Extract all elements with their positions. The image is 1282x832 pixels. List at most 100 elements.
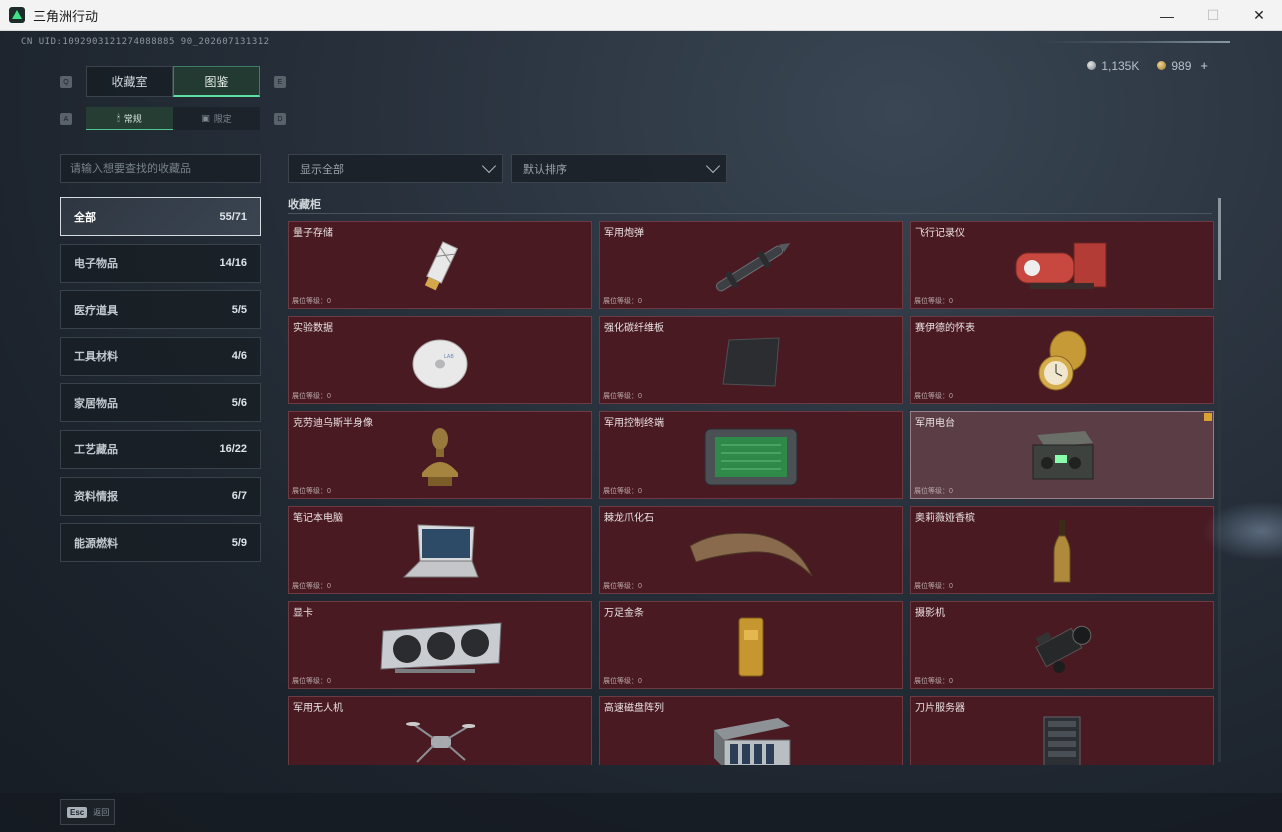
category-intel[interactable]: 资料情报 6/7 — [60, 476, 261, 516]
laptop-icon — [402, 524, 479, 578]
scroll-thumb[interactable] — [1218, 198, 1221, 280]
category-count: 6/7 — [231, 490, 247, 503]
minimize-button[interactable]: — — [1144, 0, 1190, 31]
flight-recorder-icon — [1015, 242, 1107, 289]
silver-coin-icon — [1087, 61, 1097, 70]
graphics-card-icon — [380, 622, 502, 673]
item-card[interactable]: 摄影机 展位等级：0 — [910, 601, 1214, 689]
item-card[interactable]: 克劳迪乌斯半身像 展位等级：0 — [288, 411, 592, 499]
item-card[interactable]: 军用电台 展位等级：0 — [910, 411, 1214, 499]
usb-drive-icon — [424, 240, 459, 291]
item-name: 刀片服务器 — [915, 703, 965, 714]
item-card[interactable]: 刀片服务器 展位等级：0 — [910, 696, 1214, 765]
collection-grid: 量子存储 展位等级：0 军用炮弹 展位等级：0 飞行记录仪 展位等级：0 实验数… — [288, 221, 1214, 765]
category-electronics[interactable]: 电子物品 14/16 — [60, 243, 261, 283]
category-count: 16/22 — [219, 443, 247, 456]
item-card[interactable]: 飞行记录仪 展位等级：0 — [910, 221, 1214, 309]
category-name: 工具材料 — [74, 351, 118, 364]
item-card[interactable]: 军用炮弹 展位等级：0 — [599, 221, 903, 309]
item-level: 展位等级：0 — [914, 678, 953, 685]
section-divider — [288, 213, 1212, 214]
sort-dropdown[interactable]: 默认排序 — [511, 154, 727, 183]
item-card[interactable]: 高速磁盘阵列 展位等级：0 — [599, 696, 903, 765]
item-card[interactable]: 军用控制终端 展位等级：0 — [599, 411, 903, 499]
item-level: 展位等级：0 — [914, 583, 953, 590]
category-all[interactable]: 全部 55/71 — [60, 197, 261, 236]
top-decor-line — [1040, 41, 1230, 43]
item-name: 高速磁盘阵列 — [604, 703, 664, 714]
category-name: 能源燃料 — [74, 537, 118, 550]
item-name: 笔记本电脑 — [293, 513, 343, 524]
item-card[interactable]: 棘龙爪化石 展位等级：0 — [599, 506, 903, 594]
tab-collection-room[interactable]: 收藏室 — [86, 66, 173, 97]
shell-icon — [715, 242, 791, 292]
item-name: 棘龙爪化石 — [604, 513, 654, 524]
item-level: 展位等级：0 — [603, 678, 642, 685]
scrollbar[interactable] — [1218, 198, 1221, 762]
sub-tabs: 🕯 常规 ▣ 限定 — [86, 107, 260, 130]
item-name: 万足金条 — [604, 608, 644, 619]
display-filter-value: 显示全部 — [300, 163, 344, 176]
background-glow — [1202, 501, 1282, 561]
tab-regular-label: 常规 — [123, 113, 142, 124]
flame-icon: 🕯 — [117, 112, 120, 123]
item-name: 量子存储 — [293, 228, 333, 239]
category-name: 家居物品 — [74, 397, 118, 410]
item-card[interactable]: 万足金条 展位等级：0 — [599, 601, 903, 689]
disc-icon: LAB — [412, 339, 468, 389]
champagne-icon — [1053, 519, 1071, 583]
gold-amount: 989 — [1171, 58, 1192, 73]
item-name: 实验数据 — [293, 323, 333, 334]
key-hint-q: Q — [60, 76, 72, 88]
chevron-down-icon — [705, 158, 721, 174]
category-count: 55/71 — [219, 210, 247, 223]
window-title: 三角洲行动 — [33, 8, 99, 24]
item-level: 展位等级：0 — [292, 678, 331, 685]
tab-catalog[interactable]: 图鉴 — [173, 66, 260, 97]
add-currency-button[interactable]: + — [1200, 58, 1208, 73]
item-level: 展位等级：0 — [603, 393, 642, 400]
section-title: 收藏柜 — [288, 199, 321, 211]
item-card[interactable]: 赛伊德的怀表 展位等级：0 — [910, 316, 1214, 404]
window-titlebar: 三角洲行动 — ☐ ✕ — [0, 0, 1282, 31]
pocket-watch-icon — [1038, 330, 1087, 391]
radio-icon — [1032, 430, 1094, 480]
category-count: 5/9 — [231, 536, 247, 549]
category-tools[interactable]: 工具材料 4/6 — [60, 336, 261, 376]
search-input[interactable] — [60, 154, 261, 183]
item-level: 展位等级：0 — [914, 393, 953, 400]
silver-amount: 1,135K — [1101, 58, 1140, 73]
item-level: 展位等级：0 — [292, 488, 331, 495]
category-crafts[interactable]: 工艺藏品 16/22 — [60, 429, 261, 469]
item-card[interactable]: 笔记本电脑 展位等级：0 — [288, 506, 592, 594]
item-card[interactable]: 奥莉薇娅香槟 展位等级：0 — [910, 506, 1214, 594]
item-card[interactable]: 实验数据 LAB 展位等级：0 — [288, 316, 592, 404]
item-card[interactable]: 显卡 展位等级：0 — [288, 601, 592, 689]
back-label: 返回 — [93, 807, 110, 817]
collection-grid-viewport: 量子存储 展位等级：0 军用炮弹 展位等级：0 飞行记录仪 展位等级：0 实验数… — [288, 221, 1214, 765]
category-energy[interactable]: 能源燃料 5/9 — [60, 523, 261, 563]
item-card[interactable]: 军用无人机 展位等级：0 — [288, 696, 592, 765]
item-name: 赛伊德的怀表 — [915, 323, 975, 334]
item-name: 飞行记录仪 — [915, 228, 965, 239]
main-tabs: 收藏室 图鉴 — [86, 66, 260, 97]
category-count: 14/16 — [219, 257, 247, 270]
tab-regular[interactable]: 🕯 常规 — [86, 107, 173, 130]
item-card[interactable]: 量子存储 展位等级：0 — [288, 221, 592, 309]
gift-icon: ▣ — [201, 113, 210, 123]
tab-limited[interactable]: ▣ 限定 — [173, 107, 260, 130]
category-medical[interactable]: 医疗道具 5/5 — [60, 290, 261, 330]
category-count: 4/6 — [231, 350, 247, 363]
blade-server-icon — [1043, 716, 1081, 765]
gold-balance: 989 + — [1157, 58, 1208, 73]
maximize-button[interactable]: ☐ — [1190, 0, 1236, 31]
item-level: 展位等级：0 — [603, 298, 642, 305]
category-household[interactable]: 家居物品 5/6 — [60, 383, 261, 423]
close-button[interactable]: ✕ — [1236, 0, 1282, 31]
display-filter-dropdown[interactable]: 显示全部 — [288, 154, 503, 183]
item-card[interactable]: 强化碳纤维板 展位等级：0 — [599, 316, 903, 404]
app-logo-icon — [9, 7, 25, 23]
back-button[interactable]: Esc 返回 — [60, 799, 115, 825]
new-badge-icon — [1204, 413, 1212, 421]
svg-text:LAB: LAB — [444, 354, 454, 360]
